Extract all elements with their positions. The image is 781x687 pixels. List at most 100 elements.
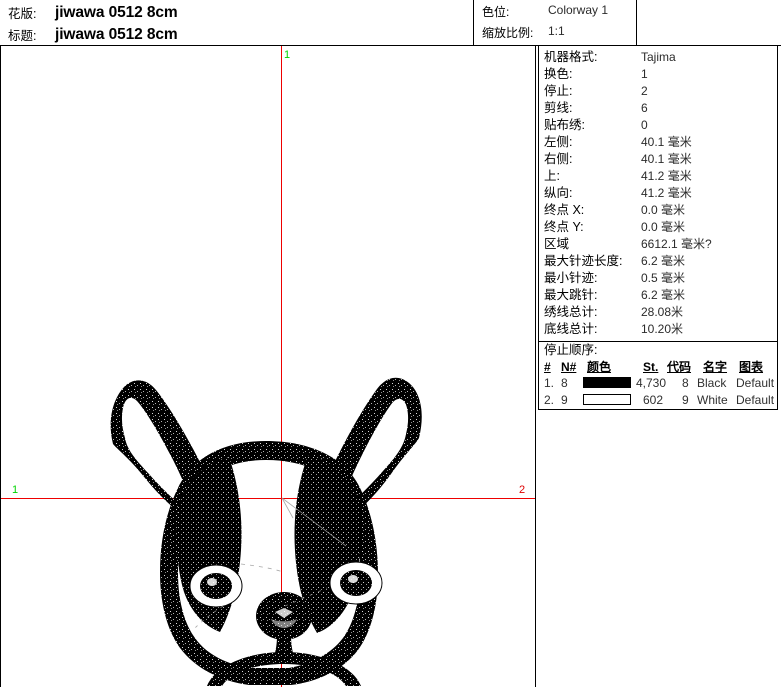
spec-row: 左侧: 40.1 毫米 [539, 134, 777, 151]
spec-value: 40.1 毫米 [641, 135, 692, 149]
tick-label-top: 1 [284, 49, 291, 61]
col-name: 名字 [703, 360, 728, 374]
spec-value: 2 [641, 84, 648, 98]
row-chart: Default [736, 376, 775, 390]
spec-label: 纵向: [544, 186, 573, 200]
info-panel: 机器格式: Tajima 换色: 1 停止: 2 剪线: 6 贴布绣: 0 左侧… [538, 46, 781, 687]
spec-row: 终点 Y: 0.0 毫米 [539, 219, 777, 236]
spec-value: 0.0 毫米 [641, 203, 686, 217]
spec-value: 6 [641, 101, 648, 115]
tick-label-right: 2 [519, 484, 526, 496]
right-cheek-mask [294, 455, 361, 633]
colorway-label: 色位: [482, 5, 510, 19]
spec-label: 最大跳针: [544, 288, 598, 302]
head-outline [160, 441, 378, 685]
title-label: 标题: [8, 29, 37, 43]
row-code: 9 [682, 393, 689, 407]
header-empty-region [638, 0, 781, 45]
dog-design-svg [110, 377, 422, 686]
stop-order-table: 停止顺序: # N# 颜色 St. 代码 名字 图表 1. 8 4,730 8 … [538, 342, 778, 410]
spec-label: 左侧: [544, 135, 573, 149]
color-swatch[interactable] [583, 394, 631, 405]
spec-row: 换色: 1 [539, 66, 777, 83]
spec-label: 区域 [544, 237, 570, 251]
color-swatch[interactable] [583, 377, 631, 388]
col-color: 颜色 [587, 360, 612, 374]
spec-label: 机器格式: [544, 50, 598, 64]
spec-row: 绣线总计: 28.08米 [539, 304, 777, 321]
scale-label: 缩放比例: [482, 26, 534, 40]
spec-label: 贴布绣: [544, 118, 585, 132]
table-row[interactable]: 2. 9 602 9 White Default [539, 392, 777, 408]
col-index: # [544, 360, 551, 374]
spec-value: 0 [641, 118, 648, 132]
spec-row: 最小针迹: 0.5 毫米 [539, 270, 777, 287]
row-stitches: 4,730 [636, 376, 667, 390]
horizontal-center-axis [1, 498, 535, 499]
spec-value: 0.0 毫米 [641, 220, 686, 234]
header-colorway-info: 色位: Colorway 1 缩放比例: 1:1 [475, 0, 637, 45]
spec-value: 0.5 毫米 [641, 271, 686, 285]
left-eye [189, 564, 243, 608]
spec-value: 40.1 毫米 [641, 152, 692, 166]
embroidery-design [1, 46, 535, 687]
right-ear [314, 377, 422, 527]
spec-row: 最大针迹长度: 6.2 毫米 [539, 253, 777, 270]
spec-value: Tajima [641, 50, 676, 64]
spec-row: 纵向: 41.2 毫米 [539, 185, 777, 202]
spec-label: 最大针迹长度: [544, 254, 623, 268]
spec-value: 28.08米 [641, 305, 684, 319]
design-label: 花版: [8, 7, 37, 21]
spec-row: 区域 6612.1 毫米? [539, 236, 777, 253]
col-stitches: St. [643, 360, 659, 374]
spec-label: 终点 X: [544, 203, 585, 217]
header-design-info: 花版: jiwawa 0512 8cm 标题: jiwawa 0512 8cm [0, 0, 474, 45]
spec-label: 上: [544, 169, 560, 183]
vertical-center-axis [281, 46, 282, 687]
stop-order-header-row: # N# 颜色 St. 代码 名字 图表 [539, 359, 777, 375]
mouth-band-upper [207, 652, 361, 686]
spec-row: 上: 41.2 毫米 [539, 168, 777, 185]
spec-row: 剪线: 6 [539, 100, 777, 117]
stop-order-title: 停止顺序: [544, 343, 598, 357]
row-needle: 8 [561, 376, 568, 390]
dog-head-group [110, 377, 422, 686]
row-name: Black [697, 376, 727, 390]
design-value: jiwawa 0512 8cm [55, 4, 178, 21]
header-bar: 花版: jiwawa 0512 8cm 标题: jiwawa 0512 8cm … [0, 0, 781, 46]
row-index: 1. [544, 376, 555, 390]
machine-specs-box: 机器格式: Tajima 换色: 1 停止: 2 剪线: 6 贴布绣: 0 左侧… [538, 46, 778, 342]
row-chart: Default [736, 393, 775, 407]
left-ear [110, 380, 223, 528]
row-code: 8 [682, 376, 689, 390]
spec-value: 6.2 毫米 [641, 288, 686, 302]
spec-label: 停止: [544, 84, 573, 98]
spec-label: 右侧: [544, 152, 573, 166]
spec-label: 换色: [544, 67, 573, 81]
col-needle: N# [561, 360, 577, 374]
spec-row: 最大跳针: 6.2 毫米 [539, 287, 777, 304]
spec-label: 最小针迹: [544, 271, 598, 285]
spec-value: 1 [641, 67, 648, 81]
row-stitches: 602 [643, 393, 664, 407]
row-name: White [697, 393, 728, 407]
spec-value: 10.20米 [641, 322, 684, 336]
table-row[interactable]: 1. 8 4,730 8 Black Default [539, 375, 777, 391]
spec-row: 停止: 2 [539, 83, 777, 100]
spec-label: 底线总计: [544, 322, 598, 336]
colorway-value: Colorway 1 [548, 3, 609, 17]
spec-row: 底线总计: 10.20米 [539, 321, 777, 338]
spec-row: 机器格式: Tajima [539, 49, 777, 66]
spec-label: 剪线: [544, 101, 573, 115]
nose [256, 592, 312, 660]
spec-row: 右侧: 40.1 毫米 [539, 151, 777, 168]
spec-value: 41.2 毫米 [641, 186, 692, 200]
spec-value: 41.2 毫米 [641, 169, 692, 183]
col-code: 代码 [667, 360, 692, 374]
left-cheek-mask [176, 457, 242, 632]
jump-stitches [194, 497, 347, 629]
title-value: jiwawa 0512 8cm [55, 26, 178, 43]
design-canvas[interactable]: 1 1 2 [0, 46, 536, 687]
right-eye [329, 561, 383, 605]
spec-value: 6.2 毫米 [641, 254, 686, 268]
